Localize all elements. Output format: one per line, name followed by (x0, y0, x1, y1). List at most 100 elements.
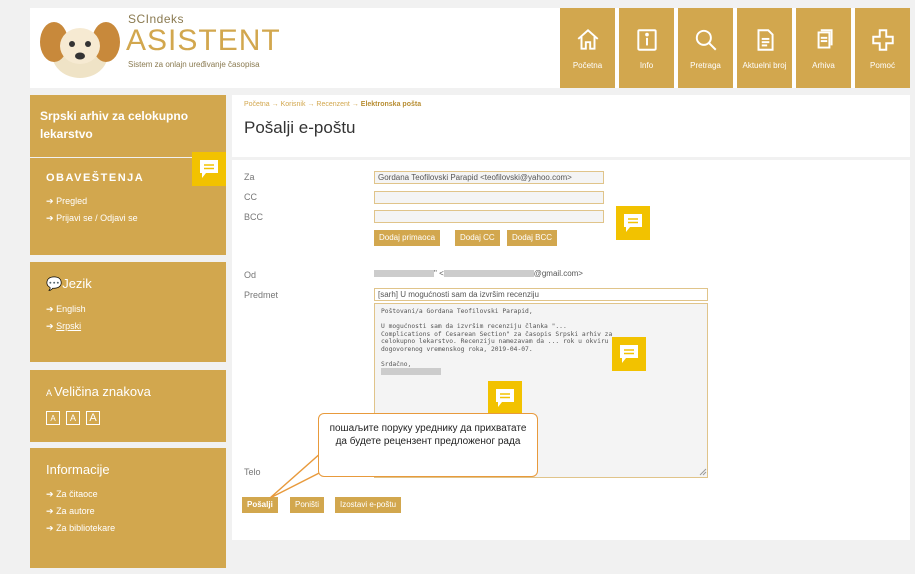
top-nav: Početna Info Pretraga Aktuelni broj Arhi… (560, 8, 910, 88)
logo[interactable]: SCIndeks ASISTENT Sistem za onlajn uređi… (40, 10, 290, 84)
nav-help-button[interactable]: Pomoć (855, 8, 910, 88)
arrow-right-icon: ➔ (46, 523, 54, 533)
arrow-right-icon: ➔ (46, 213, 54, 223)
sidebar-link-overview[interactable]: ➔ Pregled (46, 196, 210, 207)
font-size-title-text: Veličina znakova (54, 384, 151, 399)
to-label: Za (244, 172, 255, 182)
bcc-label: BCC (244, 212, 264, 222)
subject-field[interactable]: [sarh] U mogućnosti sam da izvršim recen… (374, 288, 708, 301)
comment-marker[interactable] (616, 206, 650, 240)
from-value: " < @gmail.com> (374, 269, 583, 278)
srpski-label: Srpski (56, 321, 82, 331)
comment-icon (200, 160, 218, 178)
from-label: Od (244, 270, 257, 280)
arrow-right-icon: ➔ (46, 489, 54, 499)
page-title: Pošalji e-poštu (244, 118, 356, 137)
skip-email-button[interactable]: Izostavi e-poštu (335, 497, 402, 513)
body-line-6: Srdačno, (381, 360, 412, 368)
archive-icon (817, 28, 833, 49)
cc-field[interactable] (374, 191, 604, 204)
help-icon (871, 28, 894, 51)
dog-logo-icon (40, 22, 120, 78)
language-title-text: Jezik (62, 276, 92, 291)
sidebar-font-size: A Veličina znakova A A A (30, 370, 226, 442)
send-button[interactable]: Pošalji (242, 497, 278, 513)
logo-tagline: Sistem za onlajn uređivanje časopisa (128, 60, 260, 69)
sidebar-link-authors[interactable]: ➔ Za autore (46, 506, 210, 517)
from-open-bracket: " < (434, 269, 444, 278)
language-title: 💬Jezik (46, 276, 210, 292)
sidebar-link-english[interactable]: ➔ English (46, 304, 210, 315)
font-size-buttons: A A A (46, 411, 210, 425)
add-recipient-button[interactable]: Dodaj primaoca (374, 230, 441, 246)
comment-icon (496, 389, 514, 407)
sidebar-link-librarians[interactable]: ➔ Za bibliotekare (46, 523, 210, 534)
breadcrumb-separator: → (307, 101, 315, 108)
speech-bubble-icon: 💬 (46, 276, 63, 291)
nav-archive-button[interactable]: Arhiva (796, 8, 851, 88)
to-field[interactable]: Gordana Teofilovski Parapid <teofilovski… (374, 171, 604, 184)
nav-archive-label: Arhiva (812, 60, 835, 70)
comment-marker[interactable] (612, 337, 646, 371)
breadcrumb-user[interactable]: Korisnik (281, 101, 306, 108)
comment-icon (624, 214, 642, 232)
add-bcc-button[interactable]: Dodaj BCC (507, 230, 558, 246)
font-size-icon: A (46, 388, 53, 398)
sidebar-link-readers[interactable]: ➔ Za čitaoce (46, 489, 210, 500)
sidebar-link-login-logout[interactable]: ➔ Prijavi se / Odjavi se (46, 213, 210, 224)
notices-title: OBAVEŠTENJA (46, 172, 145, 184)
sidebar-link-srpski[interactable]: ➔ Srpski (46, 321, 210, 332)
document-icon (757, 28, 774, 51)
callout-annotation: пошаљите поруку уреднику да прихватате д… (318, 413, 538, 477)
sidebar-language: 💬Jezik ➔ English ➔ Srpski (30, 262, 226, 362)
body-line-5: dogovorenog vremenskog roka, 2019-04-07. (381, 345, 533, 353)
add-cc-button[interactable]: Dodaj CC (455, 230, 500, 246)
font-small-button[interactable]: A (46, 411, 60, 425)
header: SCIndeks ASISTENT Sistem za onlajn uređi… (30, 8, 910, 88)
reset-button[interactable]: Poništi (290, 497, 325, 513)
bcc-field[interactable] (374, 210, 604, 223)
home-icon (577, 28, 598, 50)
english-label: English (56, 304, 86, 314)
nav-search-label: Pretraga (690, 60, 721, 70)
breadcrumb-current[interactable]: Elektronska pošta (361, 101, 421, 108)
body-line-1: Poštovani/a Gordana Teofilovski Parapid, (381, 308, 533, 315)
body-label: Telo (244, 467, 261, 477)
nav-info-button[interactable]: Info (619, 8, 674, 88)
nav-info-label: Info (639, 60, 654, 70)
body-line-3: Complications of Cesarean Section" za ča… (381, 330, 613, 338)
body-line-2: U mogućnosti sam da izvršim recenziju čl… (381, 323, 567, 330)
arrow-right-icon: ➔ (46, 304, 54, 314)
sidebar-information: Informacije ➔ Za čitaoce ➔ Za autore ➔ Z… (30, 448, 226, 568)
sidebar-journal-title[interactable]: Srpski arhiv za celokupno lekarstvo (30, 95, 226, 157)
logo-big-text: ASISTENT (126, 24, 281, 57)
authors-label: Za autore (56, 506, 95, 516)
nav-home-label: Početna (572, 60, 603, 70)
redacted-email (443, 270, 534, 278)
comment-marker[interactable] (192, 152, 226, 186)
nav-home-button[interactable]: Početna (560, 8, 615, 88)
arrow-right-icon: ➔ (46, 321, 54, 331)
font-size-title: A Veličina znakova (46, 384, 210, 399)
font-medium-button[interactable]: A (66, 411, 80, 425)
search-icon (695, 29, 716, 50)
readers-label: Za čitaoce (56, 489, 98, 499)
from-domain: @gmail.com> (533, 269, 583, 278)
librarians-label: Za bibliotekare (56, 523, 116, 533)
nav-current-issue-label: Aktuelni broj (742, 60, 787, 70)
information-title: Informacije (46, 462, 110, 477)
breadcrumb-reviewer[interactable]: Recenzent (316, 101, 349, 108)
resize-handle-icon[interactable] (699, 468, 707, 476)
login-logout-label: Prijavi se / Odjavi se (56, 213, 138, 223)
email-form: Za Gordana Teofilovski Parapid <teofilov… (232, 160, 910, 540)
subject-label: Predmet (244, 290, 279, 300)
info-icon (636, 28, 657, 51)
nav-search-button[interactable]: Pretraga (678, 8, 733, 88)
nav-help-label: Pomoć (870, 60, 895, 70)
breadcrumb-home[interactable]: Početna (244, 101, 270, 108)
breadcrumb-separator: → (271, 101, 279, 108)
comment-icon (620, 345, 638, 363)
comment-marker[interactable] (488, 381, 522, 415)
font-large-button[interactable]: A (86, 411, 100, 425)
nav-current-issue-button[interactable]: Aktuelni broj (737, 8, 792, 88)
